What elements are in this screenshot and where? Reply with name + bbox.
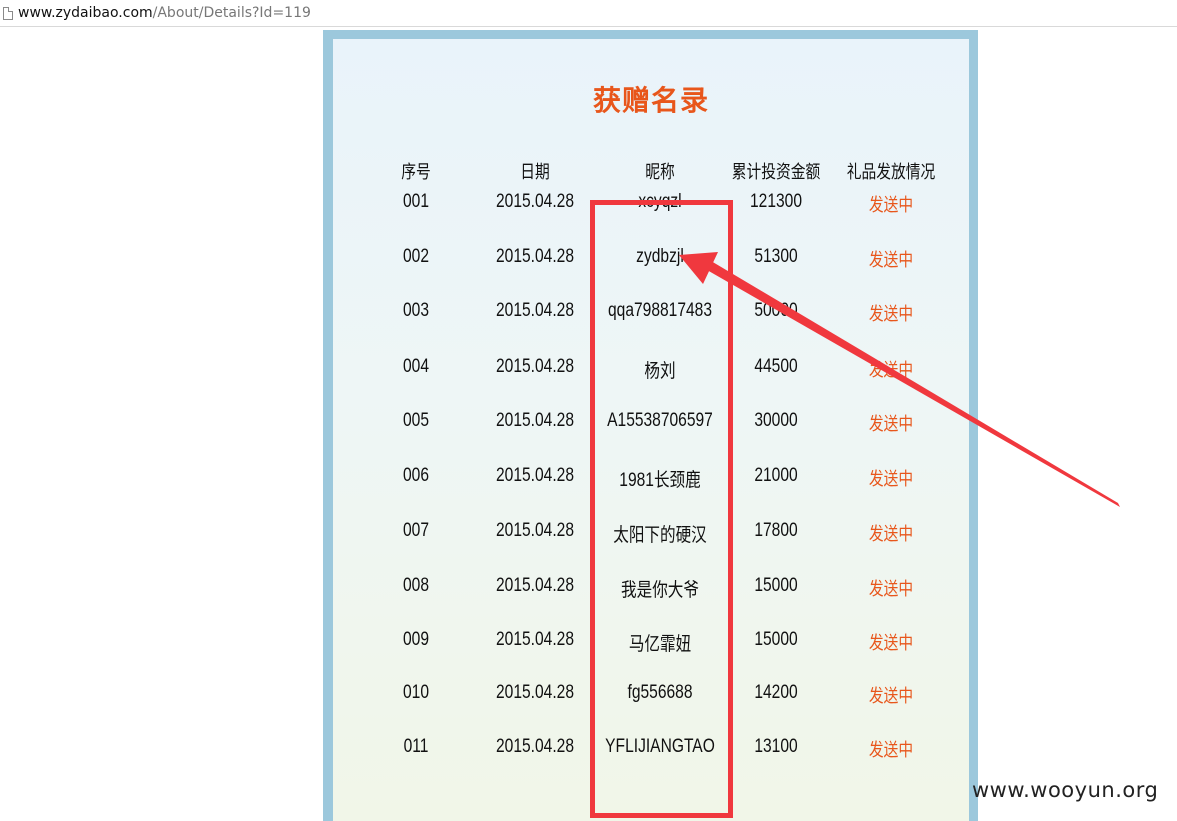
row-date: 2015.04.28 bbox=[496, 682, 574, 703]
row-index: 001 bbox=[402, 191, 429, 212]
header-index: 序号 bbox=[401, 162, 431, 183]
row-amount: 13100 bbox=[754, 736, 798, 757]
header-gift-status: 礼品发放情况 bbox=[846, 162, 936, 183]
row-amount: 50000 bbox=[754, 300, 798, 321]
row-index: 009 bbox=[402, 629, 429, 650]
row-amount: 51300 bbox=[754, 246, 798, 267]
row-date: 2015.04.28 bbox=[496, 191, 574, 212]
row-amount: 121300 bbox=[750, 191, 802, 212]
row-date: 2015.04.28 bbox=[496, 356, 574, 377]
annotation-highlight-box bbox=[590, 200, 733, 818]
row-gift-status: 发送中 bbox=[868, 360, 914, 381]
row-amount: 15000 bbox=[754, 575, 798, 596]
row-gift-status: 发送中 bbox=[868, 524, 914, 545]
row-gift-status: 发送中 bbox=[868, 250, 914, 271]
row-date: 2015.04.28 bbox=[496, 300, 574, 321]
row-index: 004 bbox=[402, 356, 429, 377]
row-index: 006 bbox=[402, 465, 429, 486]
row-amount: 30000 bbox=[754, 410, 798, 431]
row-amount: 14200 bbox=[754, 682, 798, 703]
row-index: 011 bbox=[403, 736, 429, 757]
row-gift-status: 发送中 bbox=[868, 469, 914, 490]
url-text[interactable]: www.zydaibao.com/About/Details?Id=119 bbox=[18, 5, 311, 21]
row-gift-status: 发送中 bbox=[868, 686, 914, 707]
row-date: 2015.04.28 bbox=[496, 410, 574, 431]
header-date: 日期 bbox=[520, 162, 550, 183]
row-date: 2015.04.28 bbox=[496, 465, 574, 486]
row-date: 2015.04.28 bbox=[496, 629, 574, 650]
header-nickname: 昵称 bbox=[645, 162, 675, 183]
row-index: 005 bbox=[402, 410, 429, 431]
row-date: 2015.04.28 bbox=[496, 575, 574, 596]
row-amount: 21000 bbox=[754, 465, 798, 486]
row-date: 2015.04.28 bbox=[496, 520, 574, 541]
page-icon bbox=[3, 6, 13, 20]
row-amount: 17800 bbox=[754, 520, 798, 541]
row-index: 007 bbox=[402, 520, 429, 541]
header-amount: 累计投资金额 bbox=[731, 162, 821, 183]
row-date: 2015.04.28 bbox=[496, 246, 574, 267]
row-gift-status: 发送中 bbox=[868, 304, 914, 325]
row-gift-status: 发送中 bbox=[868, 740, 914, 761]
row-gift-status: 发送中 bbox=[868, 579, 914, 600]
page-title: 获赠名录 bbox=[592, 84, 709, 117]
watermark: www.wooyun.org bbox=[972, 778, 1159, 802]
url-path: /About/Details?Id=119 bbox=[152, 5, 311, 21]
row-index: 002 bbox=[402, 246, 429, 267]
row-gift-status: 发送中 bbox=[868, 633, 914, 654]
address-bar[interactable]: www.zydaibao.com/About/Details?Id=119 bbox=[0, 0, 1177, 27]
row-amount: 44500 bbox=[754, 356, 798, 377]
row-amount: 15000 bbox=[754, 629, 798, 650]
row-gift-status: 发送中 bbox=[868, 195, 914, 216]
row-index: 003 bbox=[402, 300, 429, 321]
row-index: 010 bbox=[402, 682, 429, 703]
row-date: 2015.04.28 bbox=[496, 736, 574, 757]
row-gift-status: 发送中 bbox=[868, 414, 914, 435]
url-host: www.zydaibao.com bbox=[18, 5, 153, 21]
row-index: 008 bbox=[402, 575, 429, 596]
